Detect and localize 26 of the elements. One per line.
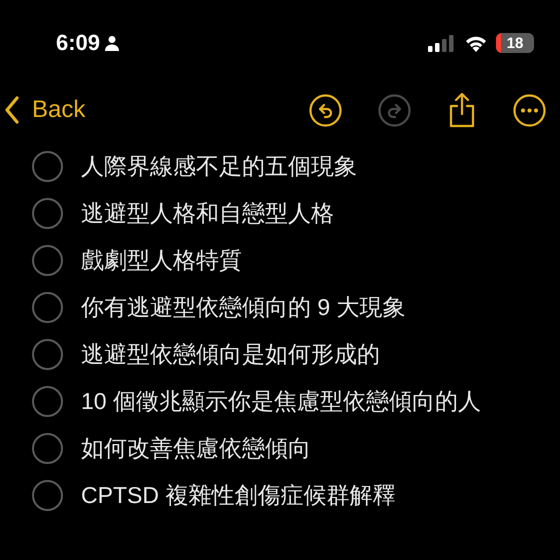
checklist-item-text: 戲劇型人格特質 [81,246,242,276]
undo-button[interactable] [309,94,342,126]
checkbox[interactable] [32,292,63,323]
status-time: 6:09 [56,32,100,54]
checklist-item-text: 10 個徵兆顯示你是焦慮型依戀傾向的人 [81,387,481,416]
back-button[interactable]: Back [4,92,86,128]
wifi-icon [464,34,488,52]
person-icon [104,35,120,51]
checklist-item-text: 逃避型人格和自戀型人格 [81,199,334,228]
share-button[interactable] [447,92,477,128]
checkbox[interactable] [32,198,63,229]
checklist-item-text: 如何改善焦慮依戀傾向 [81,434,311,464]
checkbox[interactable] [32,480,63,511]
checklist-item-text: 人際界線感不足的五個現象 [81,152,357,182]
checkbox[interactable] [32,151,63,182]
chevron-left-icon [4,96,20,124]
signal-icon [428,34,456,52]
battery-indicator: 18 [496,33,534,53]
checklist-item-text: CPTSD 複雜性創傷症候群解釋 [81,481,396,510]
checkbox[interactable] [32,245,63,276]
checkbox[interactable] [32,339,63,370]
checklist-item-text: 你有逃避型依戀傾向的 9 大現象 [81,293,406,322]
checkbox[interactable] [32,386,63,417]
checklist-item-text: 逃避型依戀傾向是如何形成的 [81,340,380,370]
more-button[interactable] [513,94,546,126]
checkbox[interactable] [32,433,63,464]
